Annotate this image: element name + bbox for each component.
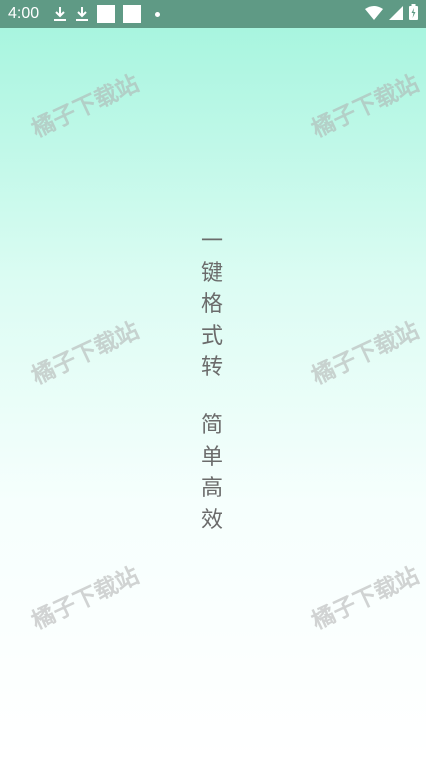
slogan-char: 键 — [200, 260, 223, 286]
slogan-line-1: 一 键 格 式 转 — [200, 226, 224, 384]
notification-square-icon — [97, 5, 116, 23]
slogan-char: 单 — [200, 444, 223, 470]
more-notifications-dot-icon — [155, 11, 161, 17]
slogan-line-2: 简 单 高 效 — [200, 410, 224, 536]
battery-icon — [409, 4, 418, 24]
slogan-char: 式 — [200, 323, 223, 349]
status-time: 4:00 — [8, 5, 40, 22]
slogan-char: 格 — [200, 292, 223, 317]
status-bar: 4:00 — [0, 0, 426, 28]
download-icon — [75, 6, 89, 22]
wifi-icon — [365, 5, 383, 24]
slogan-char: 效 — [200, 507, 223, 533]
splash-screen: 一 键 格 式 转 简 单 高 效 — [0, 28, 426, 759]
notification-square-icon — [123, 5, 142, 23]
slogan-char: 高 — [200, 476, 223, 501]
slogan-char: 转 — [200, 355, 223, 380]
slogan-char: 一 — [200, 229, 223, 254]
download-icon — [53, 6, 67, 22]
slogan-char: 简 — [200, 413, 223, 438]
signal-icon — [389, 5, 403, 24]
